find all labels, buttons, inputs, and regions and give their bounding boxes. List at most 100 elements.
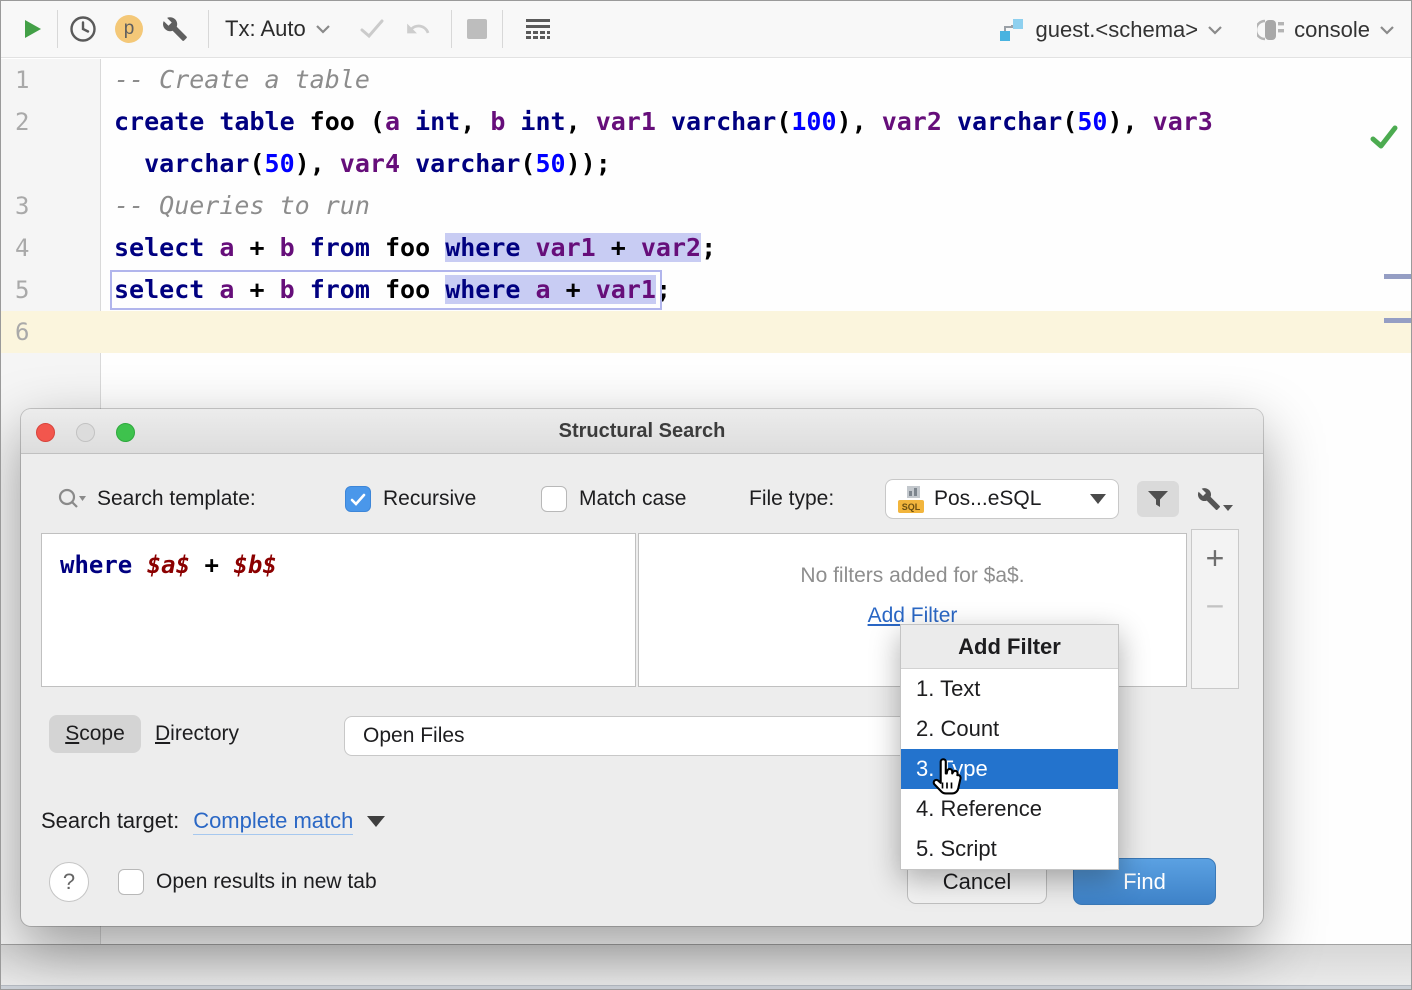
stop-icon: [467, 19, 487, 39]
code-text: -- Create a table: [101, 65, 370, 94]
commit-check-icon: [359, 17, 385, 41]
filter-toggle-button[interactable]: [1137, 481, 1179, 517]
file-type-label: File type:: [749, 487, 834, 511]
menu-item-script[interactable]: 5. Script: [901, 829, 1118, 869]
dropdown-arrow-icon: [367, 816, 385, 827]
line-number: 1: [1, 59, 101, 101]
toolbar-separator: [502, 10, 503, 48]
settings-wrench-button[interactable]: [156, 9, 194, 49]
close-window-button[interactable]: [36, 423, 55, 442]
dropdown-arrow-icon: [1223, 505, 1233, 511]
toolbar-separator: [451, 10, 452, 48]
code-line-6-current: 6: [1, 311, 1412, 353]
menu-item-count[interactable]: 2. Count: [901, 709, 1118, 749]
schema-icon: [998, 16, 1026, 44]
error-stripe-match-mark[interactable]: [1384, 274, 1411, 279]
tab-scope[interactable]: Scope: [49, 715, 141, 753]
chevron-down-icon: [1379, 25, 1395, 35]
wrench-icon: [1197, 487, 1221, 511]
menu-item-type[interactable]: 3. Type: [901, 749, 1118, 789]
undo-icon: [405, 16, 431, 42]
sql-file-icon: SQL: [898, 485, 924, 513]
window-bottom-edge: [1, 944, 1412, 990]
file-type-value: Pos...eSQL: [934, 487, 1080, 511]
code-line-2: 2create table foo (a int, b int, var1 va…: [1, 101, 1412, 143]
commit-button[interactable]: [353, 9, 391, 49]
match-case-label: Match case: [579, 487, 686, 511]
funnel-icon: [1147, 489, 1169, 509]
search-target-label: Search target:: [41, 808, 179, 834]
menu-item-reference[interactable]: 4. Reference: [901, 789, 1118, 829]
scope-label: cope: [79, 722, 125, 745]
line-number: 5: [1, 269, 101, 311]
match-case-checkbox[interactable]: [541, 486, 567, 512]
no-filters-text: No filters added for $a$.: [639, 564, 1186, 588]
rollback-button[interactable]: [399, 9, 437, 49]
stop-button[interactable]: [458, 9, 496, 49]
search-target-row: Search target: Complete match: [41, 807, 385, 835]
profile-icon: p: [115, 15, 143, 43]
tools-menu-button[interactable]: [1197, 487, 1233, 511]
clock-icon: [69, 15, 97, 43]
error-stripe-match-mark[interactable]: [1384, 318, 1411, 323]
sql-badge-label: SQL: [898, 500, 924, 513]
filter-add-remove-strip: + −: [1191, 529, 1239, 689]
line-number: 6: [1, 311, 101, 353]
line-number: 2: [1, 101, 101, 143]
add-filter-button[interactable]: +: [1192, 530, 1238, 586]
dialog-titlebar[interactable]: Structural Search: [21, 409, 1263, 454]
tab-directory[interactable]: Directory: [155, 715, 239, 753]
console-label: console: [1294, 17, 1370, 43]
recursive-label: Recursive: [383, 487, 476, 511]
code-text: varchar(50), var4 varchar(50));: [101, 149, 611, 178]
chevron-down-icon: [315, 24, 331, 34]
output-grid-icon: [523, 15, 553, 43]
code-text: [101, 317, 114, 346]
add-filter-popup: Add Filter 1. Text 2. Count 3. Type 4. R…: [900, 624, 1119, 870]
directory-label: irectory: [170, 722, 239, 745]
tx-mode-selector[interactable]: Tx: Auto: [215, 16, 341, 42]
search-template-label: Search template:: [97, 487, 256, 511]
code-line-5: 5select a + b from foo where a + var1;: [1, 269, 1412, 311]
dropdown-arrow-icon: [1090, 494, 1106, 504]
query-history-button[interactable]: [64, 9, 102, 49]
main-toolbar: p Tx: Auto: [1, 1, 1412, 58]
dialog-title: Structural Search: [559, 420, 726, 443]
code-text: -- Queries to run: [101, 191, 370, 220]
code-line-1: 1-- Create a table: [1, 59, 1412, 101]
template-text: where $a$ + $b$: [42, 534, 635, 579]
recursive-checkbox[interactable]: [345, 486, 371, 512]
console-icon: [1257, 16, 1285, 44]
chevron-down-icon: [1207, 25, 1223, 35]
console-selector[interactable]: console: [1257, 16, 1395, 44]
open-results-checkbox[interactable]: [118, 869, 144, 895]
wrench-icon: [162, 16, 188, 42]
app-window: p Tx: Auto: [0, 0, 1412, 990]
search-target-selector[interactable]: Complete match: [193, 808, 353, 835]
code-text: select a + b from foo where var1 + var2;: [101, 233, 716, 262]
code-text: create table foo (a int, b int, var1 var…: [101, 107, 1213, 136]
run-button[interactable]: [13, 9, 51, 49]
code-line-3: 3-- Queries to run: [1, 185, 1412, 227]
search-history-icon[interactable]: [57, 487, 87, 511]
inspection-ok-icon[interactable]: [1369, 123, 1399, 153]
search-options-row: Search template: Recursive Match case Fi…: [21, 479, 1263, 519]
help-button[interactable]: ?: [49, 862, 89, 902]
session-profile-button[interactable]: p: [110, 9, 148, 49]
find-label: Find: [1123, 869, 1166, 895]
toolbar-separator: [208, 10, 209, 48]
search-template-editor[interactable]: where $a$ + $b$: [41, 533, 636, 687]
play-icon: [20, 17, 44, 41]
line-number: 3: [1, 185, 101, 227]
schema-selector[interactable]: guest.<schema>: [998, 16, 1223, 44]
output-toggle-button[interactable]: [519, 9, 557, 49]
toolbar-separator: [57, 10, 58, 48]
menu-item-text[interactable]: 1. Text: [901, 669, 1118, 709]
minimize-window-button[interactable]: [76, 423, 95, 442]
remove-filter-button[interactable]: −: [1192, 586, 1238, 626]
tx-mode-label: Tx: Auto: [225, 16, 306, 42]
zoom-window-button[interactable]: [116, 423, 135, 442]
file-type-selector[interactable]: SQL Pos...eSQL: [885, 479, 1119, 519]
popup-title: Add Filter: [901, 625, 1118, 669]
code-text: select a + b from foo where a + var1;: [101, 275, 671, 304]
